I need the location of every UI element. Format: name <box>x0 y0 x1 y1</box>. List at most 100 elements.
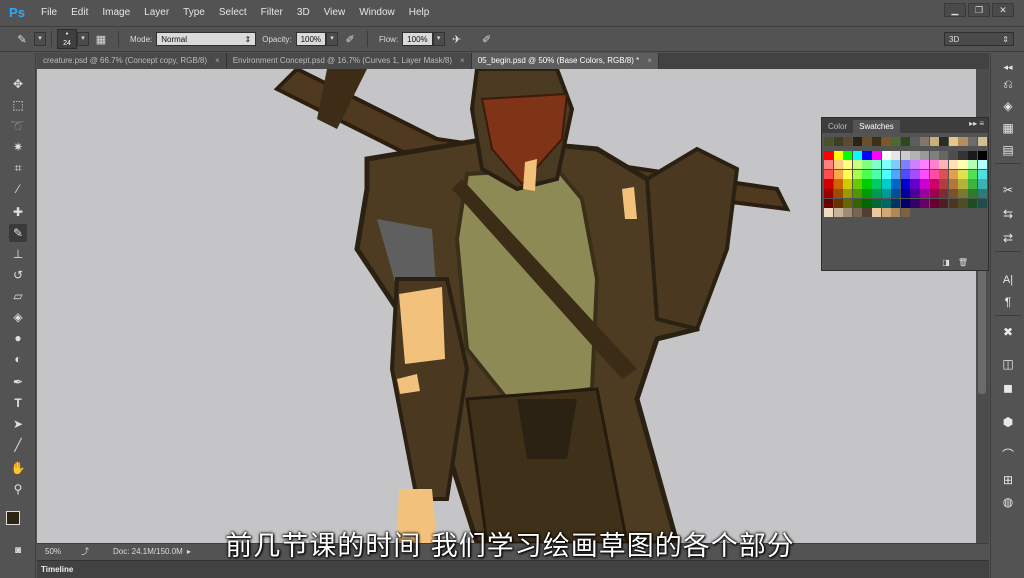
swatch-chip[interactable] <box>939 137 949 147</box>
character-icon[interactable]: A| <box>999 271 1017 289</box>
swatch-chip[interactable] <box>872 160 882 170</box>
close-button[interactable]: ✕ <box>992 3 1014 17</box>
gradient-icon[interactable]: ◍ <box>999 493 1017 511</box>
swatch-chip[interactable] <box>929 169 939 179</box>
swatch-chip[interactable] <box>910 160 920 170</box>
swatch-chip[interactable] <box>852 150 862 160</box>
swatch-chip[interactable] <box>920 169 930 179</box>
minimize-button[interactable]: ▁ <box>944 3 966 17</box>
lasso-icon[interactable]: ➰ <box>9 117 27 135</box>
paragraph-icon[interactable]: ¶ <box>999 293 1017 311</box>
tool-preset-dropdown[interactable]: ▾ <box>34 32 46 46</box>
swatch-chip[interactable] <box>862 208 872 218</box>
swatch-chip[interactable] <box>948 137 958 147</box>
swatch-chip[interactable] <box>862 137 872 147</box>
swatch-chip[interactable] <box>852 198 862 208</box>
swatch-chip[interactable] <box>891 169 901 179</box>
swatch-chip[interactable] <box>977 160 987 170</box>
swatch-chip[interactable] <box>968 169 978 179</box>
swatch-chip[interactable] <box>968 198 978 208</box>
swatch-chip[interactable] <box>920 189 930 199</box>
type-icon[interactable]: T <box>9 394 27 412</box>
swatch-chip[interactable] <box>977 137 987 147</box>
swatch-chip[interactable] <box>891 179 901 189</box>
swatch-chip[interactable] <box>872 150 882 160</box>
close-icon[interactable]: × <box>460 53 465 69</box>
swatch-chip[interactable] <box>939 189 949 199</box>
blur-icon[interactable]: ● <box>9 329 27 347</box>
swatch-chip[interactable] <box>843 169 853 179</box>
swatch-chip[interactable] <box>958 189 968 199</box>
swatch-chip[interactable] <box>843 198 853 208</box>
swatch-chip[interactable] <box>824 150 834 160</box>
swatch-chip[interactable] <box>891 160 901 170</box>
new-swatch-icon[interactable]: ◨ <box>942 258 950 267</box>
opacity-input[interactable]: 100% <box>295 32 327 46</box>
mode-select[interactable]: Normal ⇕ <box>156 32 257 46</box>
export-icon[interactable]: ⤴ <box>81 546 89 557</box>
chevron-right-icon[interactable]: ▸ <box>187 547 191 556</box>
swatch-chip[interactable] <box>958 169 968 179</box>
swatch-chip[interactable] <box>910 150 920 160</box>
swatch-chip[interactable] <box>824 198 834 208</box>
menu-layer[interactable]: Layer <box>137 0 176 26</box>
swatch-chip[interactable] <box>843 160 853 170</box>
scrollbar-thumb[interactable] <box>978 264 986 394</box>
swatch-chip[interactable] <box>920 150 930 160</box>
swatch-chip[interactable] <box>824 179 834 189</box>
swatch-chip[interactable] <box>948 179 958 189</box>
swatch-chip[interactable] <box>929 198 939 208</box>
brush-presets-icon[interactable]: ✂ <box>999 181 1017 199</box>
swatch-chip[interactable] <box>824 169 834 179</box>
swatch-chip[interactable] <box>968 160 978 170</box>
menu-select[interactable]: Select <box>212 0 254 26</box>
properties-icon[interactable]: ✖ <box>999 323 1017 341</box>
menu-window[interactable]: Window <box>352 0 402 26</box>
swatch-chip[interactable] <box>833 169 843 179</box>
swatch-chip[interactable] <box>872 179 882 189</box>
doc-info[interactable]: Doc: 24.1M/150.0M <box>113 547 183 556</box>
menu-3d[interactable]: 3D <box>290 0 317 26</box>
swatch-chip[interactable] <box>929 189 939 199</box>
paths-icon[interactable]: ◼ <box>999 379 1017 397</box>
brush-size-picker[interactable]: • 24 <box>57 29 77 49</box>
swatch-chip[interactable] <box>958 160 968 170</box>
swatch-chip[interactable] <box>843 150 853 160</box>
swatch-chip[interactable] <box>833 189 843 199</box>
swatch-chip[interactable] <box>968 137 978 147</box>
eyedropper-icon[interactable]: ⁄ <box>9 180 27 198</box>
swatch-chip[interactable] <box>968 189 978 199</box>
zoom-icon[interactable]: ⚲ <box>9 480 27 498</box>
swatch-chip[interactable] <box>900 179 910 189</box>
swatch-chip[interactable] <box>968 150 978 160</box>
restore-button[interactable]: ❐ <box>968 3 990 17</box>
swatch-chip[interactable] <box>843 137 853 147</box>
tab-05-begin[interactable]: 05_begin.psd @ 50% (Base Colors, RGB/8) … <box>471 53 659 69</box>
swatch-chip[interactable] <box>948 169 958 179</box>
zoom-level[interactable]: 50% <box>45 547 75 556</box>
swatch-chip[interactable] <box>862 179 872 189</box>
swatch-chip[interactable] <box>891 208 901 218</box>
swatch-chip[interactable] <box>852 189 862 199</box>
swatch-chip[interactable] <box>968 179 978 189</box>
swatch-chip[interactable] <box>948 150 958 160</box>
airbrush-icon[interactable]: ✈ <box>449 31 465 47</box>
swatch-chip[interactable] <box>939 150 949 160</box>
swatch-chip[interactable] <box>881 198 891 208</box>
align-icon[interactable]: ⊞ <box>999 471 1017 489</box>
swatch-chip[interactable] <box>833 150 843 160</box>
swatch-chip[interactable] <box>891 189 901 199</box>
swatch-chip[interactable] <box>862 189 872 199</box>
swatch-chip[interactable] <box>900 208 910 218</box>
swatch-chip[interactable] <box>929 137 939 147</box>
swatch-chip[interactable] <box>939 169 949 179</box>
swatch-chip[interactable] <box>929 160 939 170</box>
close-icon[interactable]: × <box>647 53 652 69</box>
menu-edit[interactable]: Edit <box>64 0 95 26</box>
swatch-chip[interactable] <box>872 208 882 218</box>
swatch-chip[interactable] <box>958 150 968 160</box>
tab-swatches[interactable]: Swatches <box>853 120 900 133</box>
swatch-chip[interactable] <box>900 198 910 208</box>
flow-slider-dropdown[interactable]: ▾ <box>432 32 445 46</box>
swatch-chip[interactable] <box>852 137 862 147</box>
